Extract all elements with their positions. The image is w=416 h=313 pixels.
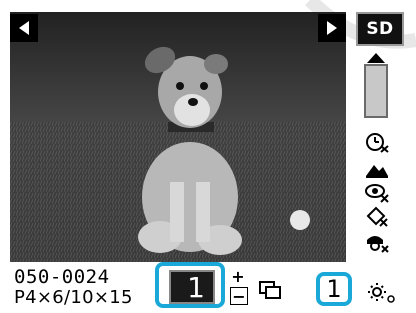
timer-icon-button[interactable] [362,130,392,154]
face-icon-button[interactable] [362,230,392,254]
timer-icon [366,133,389,153]
landscape-icon [366,165,388,178]
red-eye-icon [365,184,389,203]
rotate-icon [366,206,388,227]
brightness-icon-button[interactable] [366,282,396,304]
dog-photo [10,12,346,262]
memory-card-indicator: SD [356,12,404,46]
copy-icon [259,281,281,299]
paper-size-label: P4×6/10×15 [14,287,133,308]
next-photo-button[interactable] [318,14,346,42]
landscape-icon-button[interactable] [362,156,392,180]
triangle-left-icon [19,21,29,35]
triangle-up-icon[interactable] [366,52,386,64]
red-eye-icon-button[interactable] [362,180,392,204]
copies-value[interactable]: 1 [169,270,215,304]
face-icon [367,236,389,253]
decrease-copies-button[interactable]: − [230,287,248,306]
rotate-icon-button[interactable] [362,204,392,228]
scrollbar[interactable] [364,64,388,118]
increase-copies-button[interactable]: + [230,267,246,286]
photo-preview[interactable] [10,12,346,262]
print-screen: SD 050-0024 P4×6/10×15 1 + − 1 [0,0,416,313]
file-number: 050-0024 [14,266,110,288]
triangle-right-icon [327,21,337,35]
previous-photo-button[interactable] [10,14,38,42]
brightness-icon [368,283,395,303]
sd-card-label: SD [366,19,394,39]
total-prints-value: 1 [316,272,352,306]
